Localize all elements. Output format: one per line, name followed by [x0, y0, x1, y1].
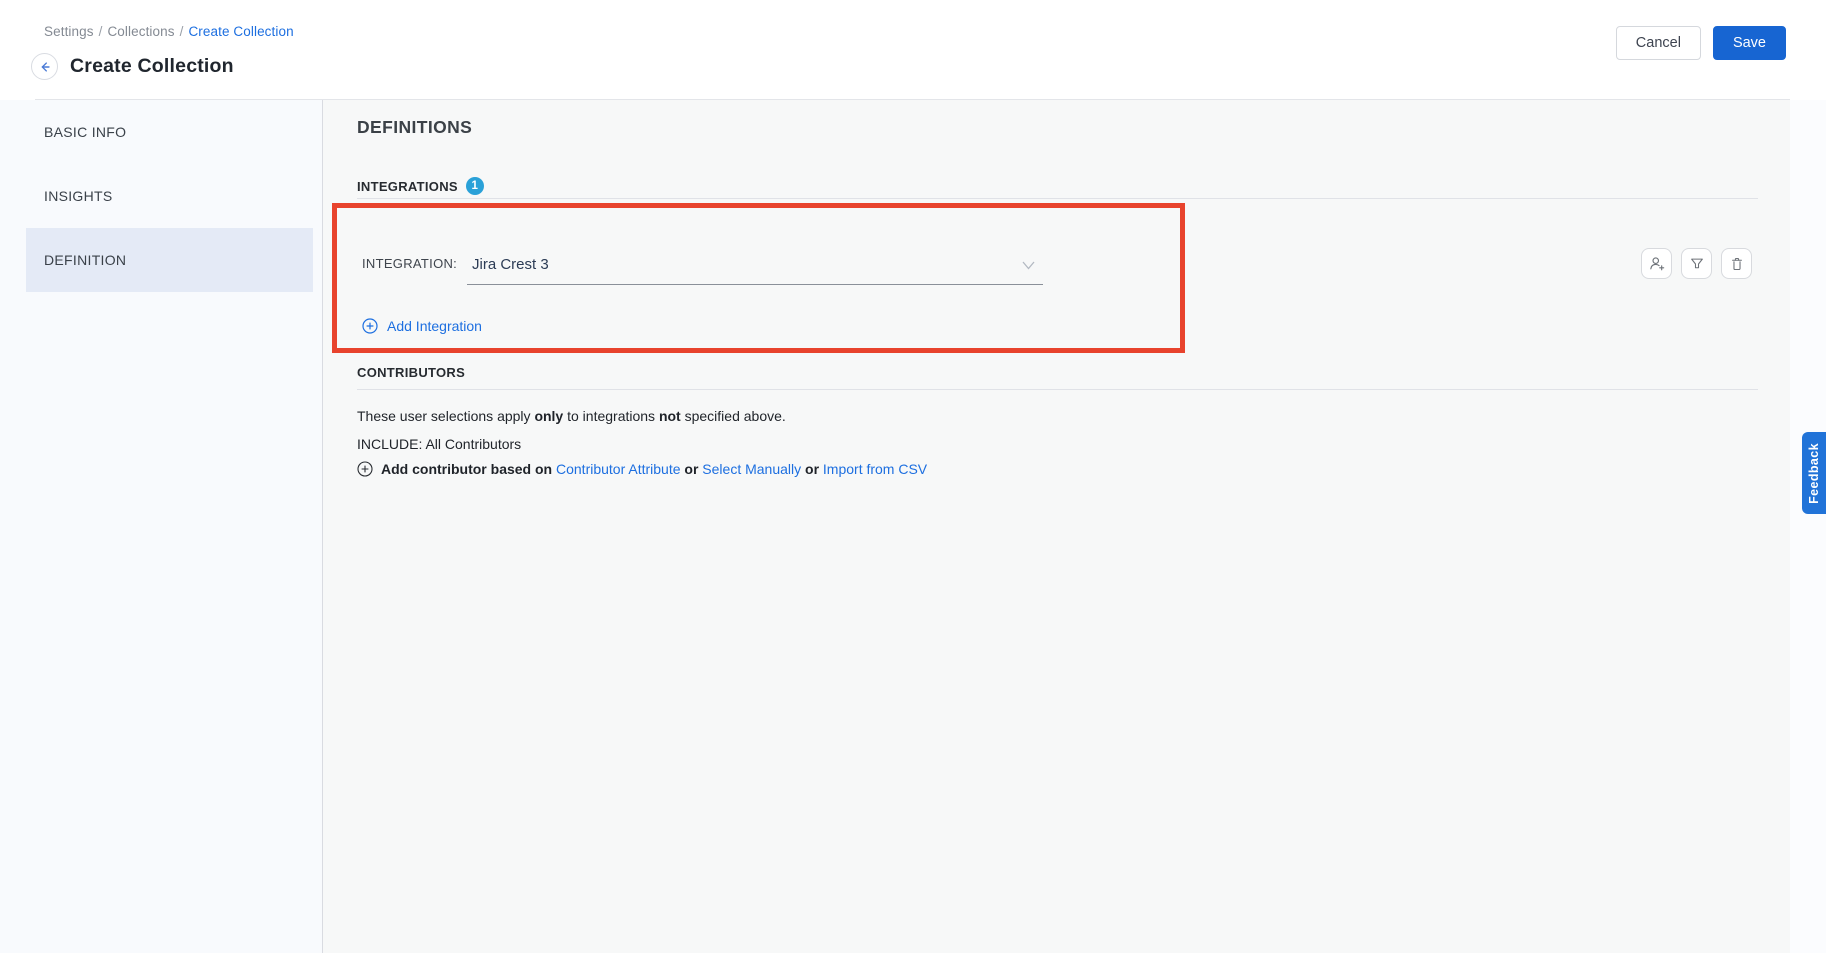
- feedback-tab[interactable]: Feedback: [1802, 432, 1826, 514]
- page-header: Settings / Collections / Create Collection C…: [0, 0, 1826, 100]
- back-button[interactable]: [31, 53, 58, 80]
- contributors-section-label: CONTRIBUTORS: [357, 365, 465, 380]
- integrations-section-label: INTEGRATIONS: [357, 179, 458, 194]
- integration-field-label: INTEGRATION:: [362, 256, 457, 271]
- contributors-include-line: INCLUDE: All Contributors: [357, 436, 521, 452]
- sidebar-item-definition[interactable]: DEFINITION: [26, 228, 313, 292]
- integration-select-value: Jira Crest 3: [472, 256, 549, 273]
- circle-plus-icon: [357, 461, 373, 477]
- filter-funnel-icon: [1689, 256, 1705, 272]
- add-contributor-to-integration-button[interactable]: [1641, 248, 1672, 279]
- text-segment: to integrations: [563, 408, 659, 424]
- breadcrumb-separator: /: [180, 24, 184, 39]
- breadcrumb-collections[interactable]: Collections: [107, 24, 174, 39]
- breadcrumb-current: Create Collection: [188, 24, 293, 39]
- page-title: Create Collection: [70, 55, 234, 78]
- link-contributor-attribute[interactable]: Contributor Attribute: [556, 461, 681, 477]
- feedback-tab-label: Feedback: [1807, 443, 1821, 504]
- link-select-manually[interactable]: Select Manually: [702, 461, 801, 477]
- integrations-count-badge: 1: [466, 177, 484, 195]
- integration-select[interactable]: Jira Crest 3: [467, 249, 1043, 285]
- page-body: BASIC INFO INSIGHTS DEFINITION DEFINITIO…: [0, 100, 1826, 953]
- save-button[interactable]: Save: [1713, 26, 1786, 60]
- delete-integration-button[interactable]: [1721, 248, 1752, 279]
- text-segment: or: [681, 461, 703, 477]
- circle-plus-icon: [362, 318, 378, 334]
- person-plus-icon: [1648, 255, 1665, 272]
- definitions-heading: DEFINITIONS: [357, 117, 472, 138]
- text-segment: specified above.: [681, 408, 786, 424]
- add-contributor-row: Add contributor based on Contributor Att…: [357, 461, 927, 477]
- breadcrumb-separator: /: [99, 24, 103, 39]
- add-integration-button[interactable]: Add Integration: [362, 318, 482, 334]
- integration-row-actions: [1641, 248, 1752, 279]
- filter-integration-button[interactable]: [1681, 248, 1712, 279]
- text-segment: not: [659, 408, 681, 424]
- add-integration-label: Add Integration: [387, 318, 482, 334]
- contributors-divider: [357, 389, 1758, 390]
- breadcrumb-settings[interactable]: Settings: [44, 24, 94, 39]
- definition-panel: DEFINITIONS INTEGRATIONS 1 INTEGRATION: …: [323, 100, 1790, 953]
- highlight-annotation-box: INTEGRATION: Jira Crest 3 Add Integratio…: [332, 203, 1185, 353]
- text-segment: only: [534, 408, 563, 424]
- text-segment: Add contributor based on: [381, 461, 556, 477]
- chevron-down-icon: [1022, 261, 1035, 270]
- text-segment: These user selections apply: [357, 408, 534, 424]
- trash-icon: [1729, 256, 1745, 272]
- contributors-note: These user selections apply only to inte…: [357, 408, 786, 424]
- sidebar-item-insights[interactable]: INSIGHTS: [26, 164, 313, 228]
- sidebar: BASIC INFO INSIGHTS DEFINITION: [0, 100, 323, 953]
- arrow-left-icon: [38, 60, 52, 74]
- sidebar-item-basic-info[interactable]: BASIC INFO: [26, 100, 313, 164]
- cancel-button[interactable]: Cancel: [1616, 26, 1701, 60]
- add-contributor-text: Add contributor based on Contributor Att…: [381, 461, 927, 477]
- integrations-divider: [357, 198, 1758, 199]
- text-segment: or: [801, 461, 823, 477]
- breadcrumb: Settings / Collections / Create Collection: [44, 24, 294, 39]
- link-import-from-csv[interactable]: Import from CSV: [823, 461, 927, 477]
